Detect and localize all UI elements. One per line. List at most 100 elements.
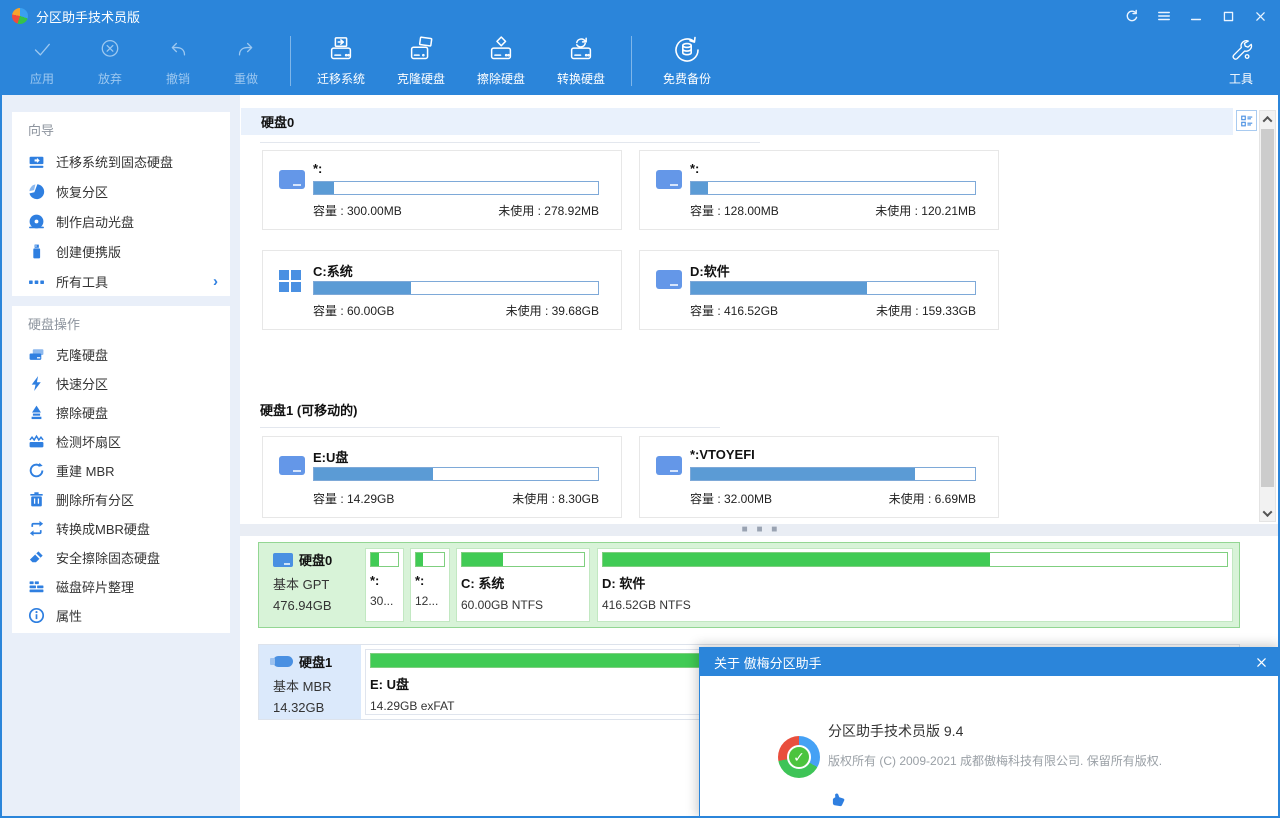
volume-unused: 未使用 : 6.69MB bbox=[889, 490, 976, 507]
volume-capacity: 容量 : 300.00MB bbox=[313, 202, 402, 219]
redo-icon bbox=[233, 35, 259, 65]
close-icon[interactable] bbox=[1252, 8, 1268, 24]
app-logo-icon bbox=[12, 8, 28, 24]
vertical-scrollbar[interactable] bbox=[1259, 110, 1276, 522]
info-icon bbox=[28, 607, 45, 624]
about-dialog-title: 关于 傲梅分区助手 bbox=[714, 653, 822, 672]
section-title: 向导 bbox=[12, 112, 230, 146]
sidebar-item-make-bootable-media[interactable]: 制作启动光盘 bbox=[12, 206, 230, 236]
sidebar-item-delete-all-partitions[interactable]: 删除所有分区 bbox=[12, 485, 230, 514]
menu-icon[interactable] bbox=[1156, 8, 1172, 24]
sidebar-item-wipe-disk[interactable]: 擦除硬盘 bbox=[12, 398, 230, 427]
volume-unused: 未使用 : 120.21MB bbox=[875, 202, 976, 219]
scrollbar-thumb[interactable] bbox=[1261, 129, 1274, 487]
free-backup-button[interactable]: 免费备份 bbox=[642, 32, 732, 87]
volume-card[interactable]: *:VTOYEFI 容量 : 32.00MB 未使用 : 6.69MB bbox=[639, 436, 999, 518]
wipe-disk-icon bbox=[486, 35, 516, 65]
chevron-right-icon: › bbox=[213, 273, 218, 290]
windows-logo-icon bbox=[279, 270, 301, 292]
scroll-up-icon[interactable] bbox=[1260, 111, 1275, 127]
sidebar-item-create-portable[interactable]: 创建便携版 bbox=[12, 236, 230, 266]
trash-icon bbox=[28, 491, 45, 508]
usage-bar bbox=[313, 467, 599, 481]
clone-disk-icon bbox=[28, 346, 45, 363]
dots-icon bbox=[28, 273, 45, 290]
toolbar-separator bbox=[631, 36, 632, 86]
minimize-icon[interactable] bbox=[1188, 8, 1204, 24]
sidebar-item-properties[interactable]: 属性 bbox=[12, 601, 230, 630]
app-title: 分区助手技术员版 bbox=[36, 7, 140, 26]
volume-card[interactable]: E:U盘 容量 : 14.29GB 未使用 : 8.30GB bbox=[262, 436, 622, 518]
sidebar-section-wizards: 向导 迁移系统到固态硬盘 恢复分区 制作启动光盘 bbox=[12, 112, 230, 296]
scroll-down-icon[interactable] bbox=[1260, 505, 1275, 521]
maximize-icon[interactable] bbox=[1220, 8, 1236, 24]
dialog-close-icon[interactable] bbox=[1251, 652, 1271, 672]
sidebar-item-recover-partition[interactable]: 恢复分区 bbox=[12, 176, 230, 206]
tools-button[interactable]: 工具 bbox=[1210, 32, 1272, 87]
apply-button[interactable]: 应用 bbox=[8, 32, 76, 87]
sidebar-item-migrate-os-to-ssd[interactable]: 迁移系统到固态硬盘 bbox=[12, 146, 230, 176]
view-toggle-button[interactable] bbox=[1236, 110, 1257, 131]
disk0-row[interactable]: 硬盘0 基本 GPT 476.94GB *: 30... *: 12... C:… bbox=[258, 542, 1240, 628]
toolbar: 应用 放弃 撤销 重做 bbox=[8, 32, 1272, 94]
convert-disk-button[interactable]: 转换硬盘 bbox=[541, 32, 621, 87]
usage-bar bbox=[690, 281, 976, 295]
section-title: 硬盘操作 bbox=[12, 306, 230, 340]
disk0-group-title: 硬盘0 bbox=[261, 112, 294, 131]
volume-capacity: 容量 : 14.29GB bbox=[313, 490, 394, 507]
drive-icon bbox=[656, 270, 682, 289]
volume-card[interactable]: D:软件 容量 : 416.52GB 未使用 : 159.33GB bbox=[639, 250, 999, 330]
redo-button[interactable]: 重做 bbox=[212, 32, 280, 87]
wipe-disk-button[interactable]: 擦除硬盘 bbox=[461, 32, 541, 87]
clone-disk-button[interactable]: 克隆硬盘 bbox=[381, 32, 461, 87]
disk-type: 基本 GPT bbox=[273, 574, 361, 593]
sidebar-item-secure-erase-ssd[interactable]: 安全擦除固态硬盘 bbox=[12, 543, 230, 572]
migrate-os-icon bbox=[326, 35, 356, 65]
undo-button[interactable]: 撤销 bbox=[144, 32, 212, 87]
drive-arrow-icon bbox=[28, 153, 45, 170]
discard-button[interactable]: 放弃 bbox=[76, 32, 144, 87]
disk-type: 基本 MBR bbox=[273, 676, 361, 695]
partition-block[interactable]: C: 系统 60.00GB NTFS bbox=[456, 548, 590, 622]
sidebar-item-quick-partition[interactable]: 快速分区 bbox=[12, 369, 230, 398]
divider bbox=[260, 427, 720, 428]
sidebar-item-rebuild-mbr[interactable]: 重建 MBR bbox=[12, 456, 230, 485]
volume-name: *: bbox=[313, 161, 322, 176]
partition-block[interactable]: *: 30... bbox=[365, 548, 404, 622]
partition-block[interactable]: *: 12... bbox=[410, 548, 450, 622]
sidebar-item-convert-to-mbr[interactable]: 转换成MBR硬盘 bbox=[12, 514, 230, 543]
migrate-os-button[interactable]: 迁移系统 bbox=[301, 32, 381, 87]
boot-disc-icon bbox=[28, 213, 45, 230]
toolbar-separator bbox=[290, 36, 291, 86]
product-version: 分区助手技术员版 9.4 bbox=[828, 721, 963, 741]
panel-splitter[interactable]: ■ ■ ■ bbox=[240, 524, 1280, 536]
discard-circle-x-icon bbox=[97, 35, 123, 65]
volume-name: C:系统 bbox=[313, 261, 353, 280]
sidebar-item-clone-disk[interactable]: 克隆硬盘 bbox=[12, 340, 230, 369]
volume-name: *:VTOYEFI bbox=[690, 447, 755, 462]
apply-check-icon bbox=[29, 35, 55, 65]
wrench-icon bbox=[1228, 35, 1254, 65]
partition-block[interactable]: D: 软件 416.52GB NTFS bbox=[597, 548, 1233, 622]
volume-capacity: 容量 : 60.00GB bbox=[313, 302, 394, 319]
clone-disk-icon bbox=[406, 35, 436, 65]
splitter-grip-icon: ■ ■ ■ bbox=[742, 527, 781, 533]
volume-name: *: bbox=[690, 161, 699, 176]
about-dialog: 关于 傲梅分区助手 ✓ 分区助手技术员版 9.4 版权所有 (C) 2009-2… bbox=[699, 647, 1280, 818]
refresh-icon[interactable] bbox=[1124, 8, 1140, 24]
sidebar: 向导 迁移系统到固态硬盘 恢复分区 制作启动光盘 bbox=[2, 95, 240, 816]
volume-card[interactable]: C:系统 容量 : 60.00GB 未使用 : 39.68GB bbox=[262, 250, 622, 330]
volume-capacity: 容量 : 416.52GB bbox=[690, 302, 778, 319]
divider bbox=[260, 142, 760, 143]
volume-card[interactable]: *: 容量 : 300.00MB 未使用 : 278.92MB bbox=[262, 150, 622, 230]
volume-unused: 未使用 : 159.33GB bbox=[876, 302, 976, 319]
disk1-label: 硬盘1 基本 MBR 14.32GB bbox=[259, 645, 361, 719]
volume-card[interactable]: *: 容量 : 128.00MB 未使用 : 120.21MB bbox=[639, 150, 999, 230]
sidebar-item-disk-defrag[interactable]: 磁盘碎片整理 bbox=[12, 572, 230, 601]
disk-icon bbox=[273, 553, 293, 567]
sidebar-item-check-bad-sectors[interactable]: 检测坏扇区 bbox=[12, 427, 230, 456]
copyright-text: 版权所有 (C) 2009-2021 成都傲梅科技有限公司. 保留所有版权. bbox=[828, 752, 1162, 769]
defrag-icon bbox=[28, 578, 45, 595]
sidebar-item-all-tools[interactable]: 所有工具 › bbox=[12, 266, 230, 296]
free-backup-icon bbox=[671, 35, 703, 65]
